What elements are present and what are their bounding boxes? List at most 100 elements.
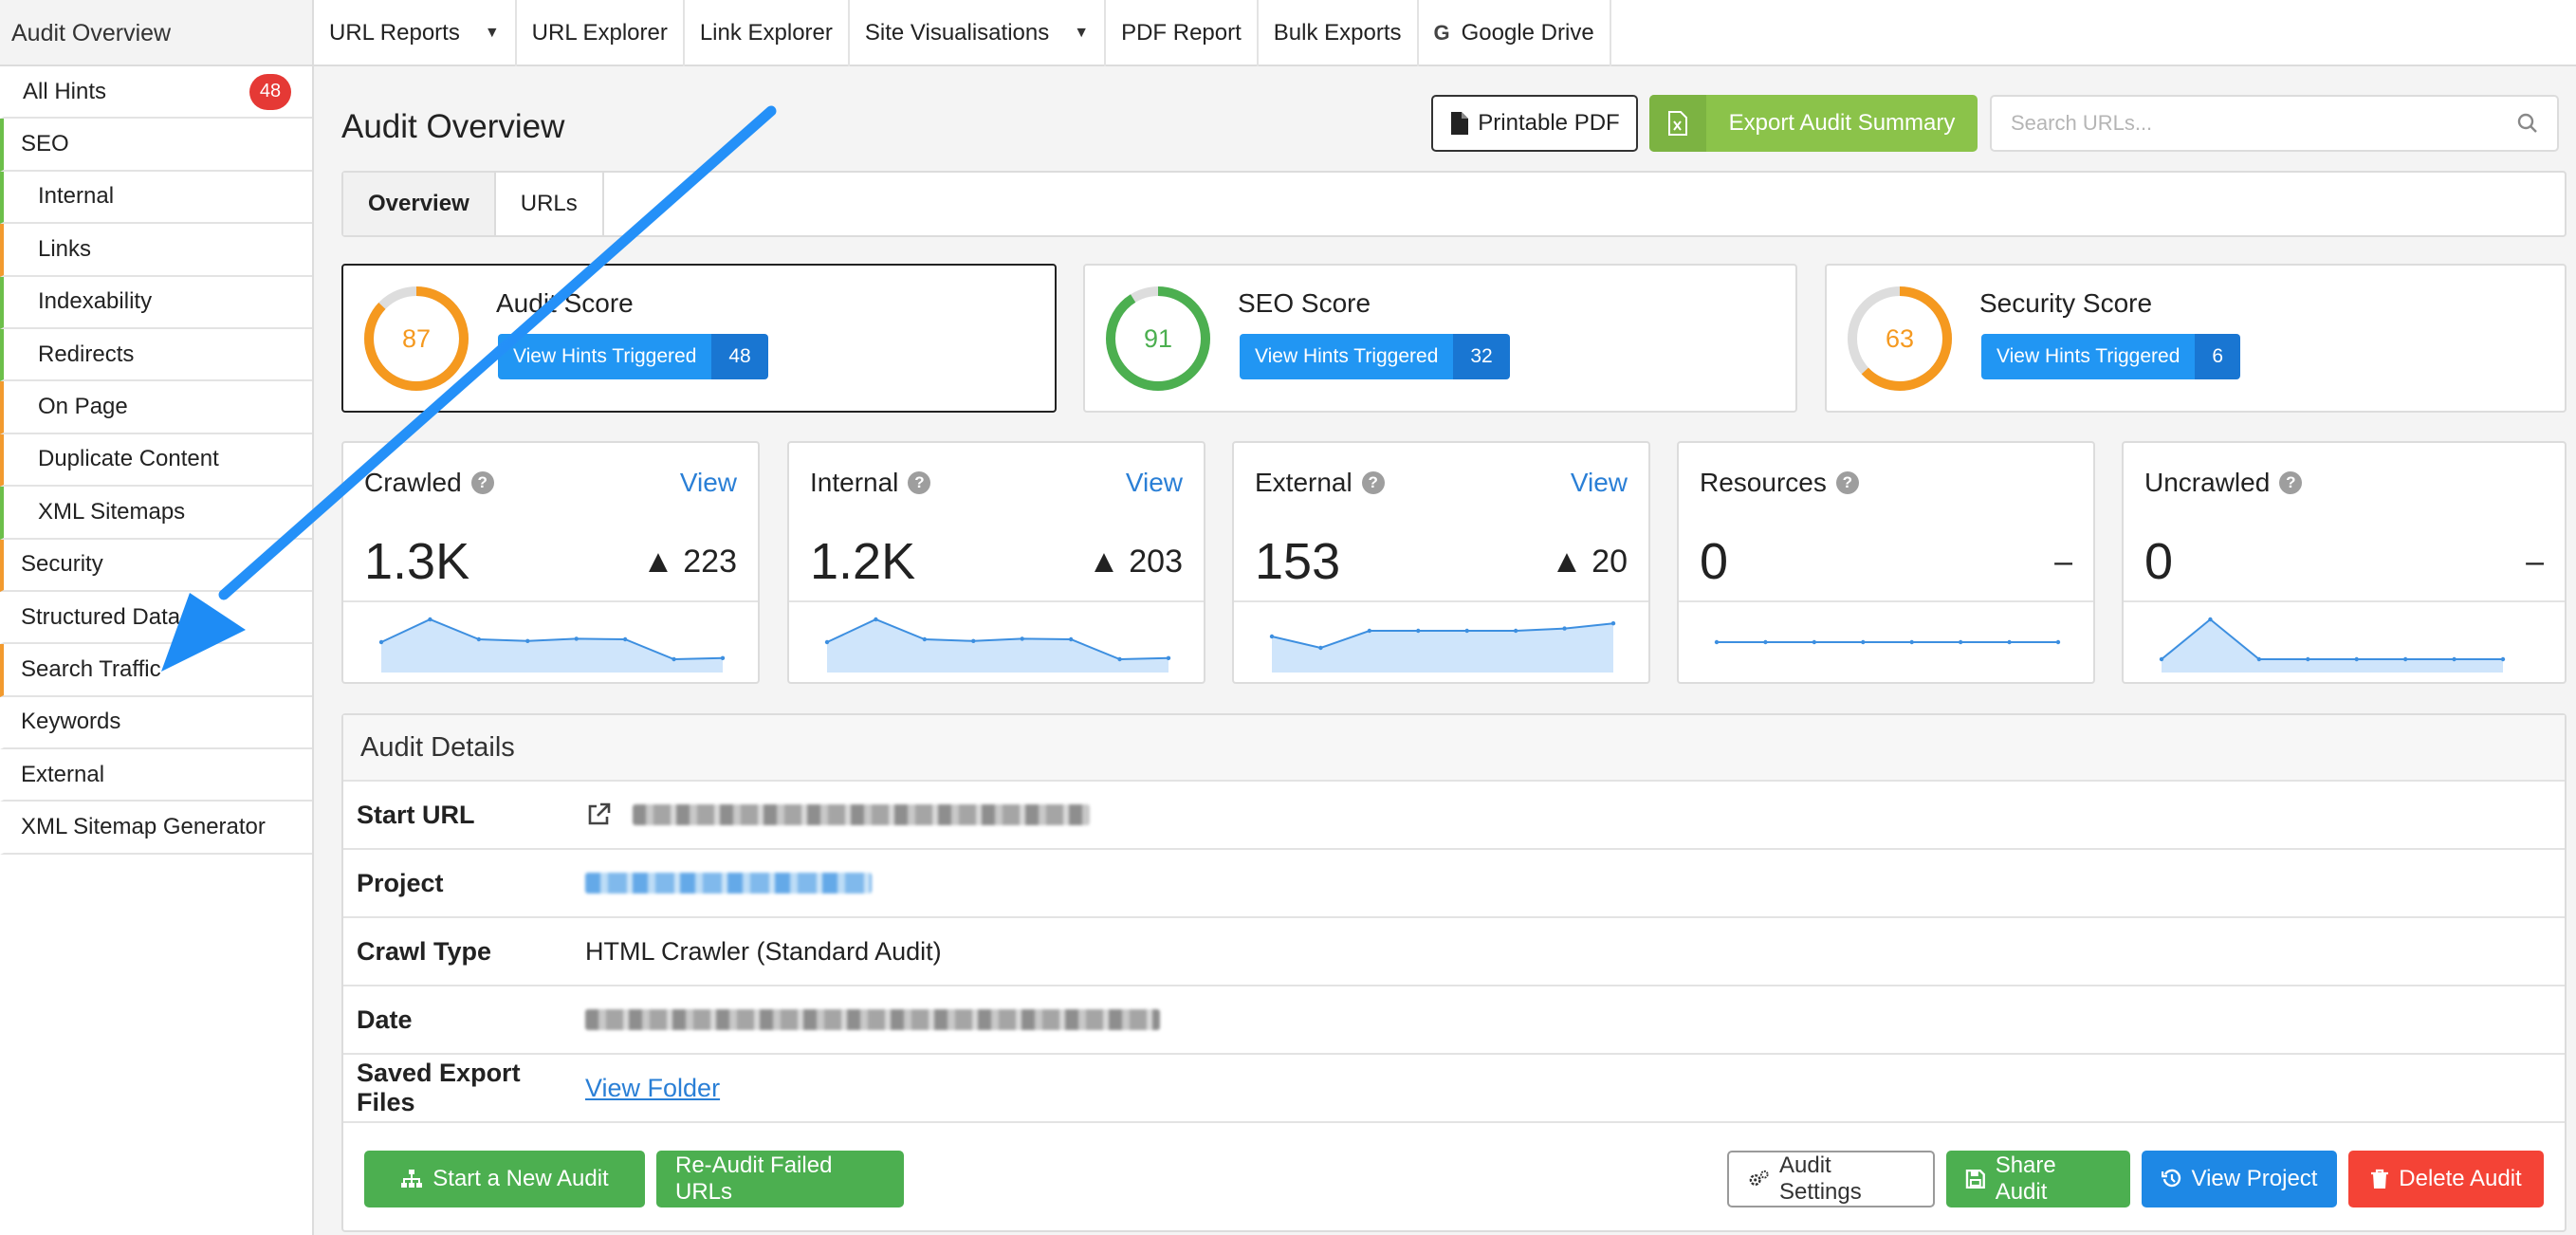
sparkline-point: [2354, 656, 2359, 662]
sparkline-point: [1464, 628, 1469, 634]
view-project-button[interactable]: View Project: [2142, 1151, 2337, 1207]
view-link[interactable]: View: [1126, 468, 1183, 498]
sidebar-item-indexability[interactable]: Indexability: [0, 276, 312, 329]
export-audit-summary-button[interactable]: Export Audit Summary: [1649, 95, 1978, 152]
sidebar-item-label: Security: [21, 551, 103, 578]
sidebar-item-xml-sitemaps[interactable]: XML Sitemaps: [0, 487, 312, 540]
sparkline-point: [1562, 626, 1567, 631]
nav-bulk-exports[interactable]: Bulk Exports: [1259, 0, 1419, 66]
sparkline-point: [2452, 656, 2456, 662]
button-label: Delete Audit: [2399, 1166, 2522, 1191]
sidebar-item-security[interactable]: Security: [0, 539, 312, 592]
hints-count: 32: [1453, 334, 1510, 379]
history-icon: [2161, 1169, 2180, 1188]
search-input[interactable]: [2011, 111, 2517, 136]
nav-label: Link Explorer: [699, 20, 833, 46]
external-link-icon[interactable]: [585, 802, 612, 828]
redacted-start-url[interactable]: [633, 804, 1090, 825]
sparkline: [1269, 621, 1616, 673]
stat-card-external: External? View 153 ▲ 20: [1232, 441, 1650, 684]
nav-label: URL Reports: [329, 20, 460, 46]
sidebar-item-keywords[interactable]: Keywords: [0, 697, 312, 750]
share-audit-button[interactable]: Share Audit: [1946, 1151, 2130, 1207]
gears-icon: [1749, 1170, 1769, 1186]
excel-file-icon: [1649, 95, 1706, 152]
sidebar-item-on-page[interactable]: On Page: [0, 381, 312, 434]
sidebar-item-seo[interactable]: SEO: [0, 119, 312, 172]
sidebar-item-label: Internal: [38, 183, 115, 210]
view-hints-button[interactable]: View Hints Triggered 6: [1981, 334, 2241, 379]
sidebar-item-xml-sitemap-generator[interactable]: XML Sitemap Generator: [0, 802, 312, 855]
file-icon: [1451, 112, 1469, 135]
sidebar-item-label: Indexability: [38, 288, 153, 315]
help-icon[interactable]: ?: [908, 471, 931, 494]
help-icon[interactable]: ?: [2279, 471, 2303, 494]
reaudit-failed-urls-button[interactable]: Re-Audit Failed URLs: [656, 1151, 904, 1207]
redacted-date: [585, 1009, 1160, 1030]
audit-settings-button[interactable]: Audit Settings: [1727, 1151, 1935, 1207]
nav-label: Bulk Exports: [1273, 20, 1402, 46]
sidebar-item-redirects[interactable]: Redirects: [0, 328, 312, 382]
delete-audit-button[interactable]: Delete Audit: [2348, 1151, 2544, 1207]
view-link[interactable]: View: [680, 468, 737, 498]
printable-pdf-button[interactable]: Printable PDF: [1431, 95, 1638, 152]
nav-label: Site Visualisations: [864, 20, 1050, 46]
sidebar: Audit Overview All Hints 48 SEO Internal…: [0, 0, 314, 1235]
help-icon[interactable]: ?: [1361, 471, 1385, 494]
button-label: View Hints Triggered: [1240, 334, 1454, 379]
seo-score-card[interactable]: 91 SEO Score View Hints Triggered 32: [1083, 264, 1797, 413]
nav-link-explorer[interactable]: Link Explorer: [685, 0, 850, 66]
view-link[interactable]: View: [1571, 468, 1628, 498]
nav-url-explorer[interactable]: URL Explorer: [517, 0, 685, 66]
sidebar-item-search-traffic[interactable]: Search Traffic: [0, 644, 312, 697]
sidebar-item-external[interactable]: External: [0, 749, 312, 802]
stat-card-uncrawled: Uncrawled? 0 –: [2122, 441, 2567, 684]
help-icon[interactable]: ?: [1835, 471, 1859, 494]
detail-label: Project: [357, 868, 444, 897]
sidebar-item-links[interactable]: Links: [0, 224, 312, 277]
caret-down-icon: ▼: [484, 25, 500, 41]
button-label: View Hints Triggered: [498, 334, 712, 379]
security-score-card[interactable]: 63 Security Score View Hints Triggered 6: [1825, 264, 2567, 413]
stat-title: Uncrawled: [2144, 468, 2271, 497]
sparkline-point: [2306, 656, 2310, 662]
audit-score-card[interactable]: 87 Audit Score View Hints Triggered 48: [341, 264, 1057, 413]
audit-details-panel: Audit Details Start URL Project Crawl Ty…: [341, 713, 2567, 1232]
sparkline-point: [824, 639, 830, 645]
sidebar-item-all-hints[interactable]: All Hints 48: [0, 66, 312, 120]
view-hints-button[interactable]: View Hints Triggered 32: [1240, 334, 1510, 379]
sidebar-item-label: External: [21, 761, 105, 787]
sparkline: [1714, 639, 2061, 645]
stat-title: External: [1255, 468, 1352, 497]
stat-title: Internal: [810, 468, 899, 497]
nav-url-reports[interactable]: URL Reports ▼: [314, 0, 517, 66]
stat-delta: –: [2054, 543, 2072, 580]
view-hints-button[interactable]: View Hints Triggered 48: [498, 334, 768, 379]
search-icon[interactable]: [2517, 113, 2538, 134]
nav-label: PDF Report: [1121, 20, 1242, 46]
sparkline-point: [2007, 639, 2012, 645]
redacted-project-link[interactable]: [585, 873, 872, 894]
tab-urls[interactable]: URLs: [496, 173, 604, 235]
tab-overview[interactable]: Overview: [343, 173, 496, 235]
help-icon[interactable]: ?: [470, 471, 494, 494]
sparkline-point: [971, 638, 976, 643]
stat-delta: ▲ 203: [1088, 543, 1183, 580]
nav-google-drive[interactable]: G Google Drive: [1419, 0, 1611, 66]
sparkline-point: [1269, 634, 1275, 639]
sparkline-point: [922, 636, 928, 642]
sparkline-point: [672, 656, 676, 662]
stat-card-crawled: Crawled? View 1.3K ▲ 223: [341, 441, 760, 684]
sidebar-item-internal[interactable]: Internal: [0, 171, 312, 225]
sidebar-item-structured-data[interactable]: Structured Data: [0, 592, 312, 645]
score-title: Audit Score: [496, 288, 634, 318]
button-label: View Hints Triggered: [1981, 334, 2196, 379]
sidebar-item-duplicate-content[interactable]: Duplicate Content: [0, 433, 312, 488]
start-new-audit-button[interactable]: Start a New Audit: [364, 1151, 645, 1207]
nav-site-visualisations[interactable]: Site Visualisations ▼: [850, 0, 1107, 66]
sparkline-point: [1909, 639, 1914, 645]
button-label: Share Audit: [1995, 1152, 2056, 1205]
nav-pdf-report[interactable]: PDF Report: [1106, 0, 1259, 66]
view-folder-link[interactable]: View Folder: [585, 1074, 720, 1103]
stat-title: Resources: [1700, 468, 1827, 497]
